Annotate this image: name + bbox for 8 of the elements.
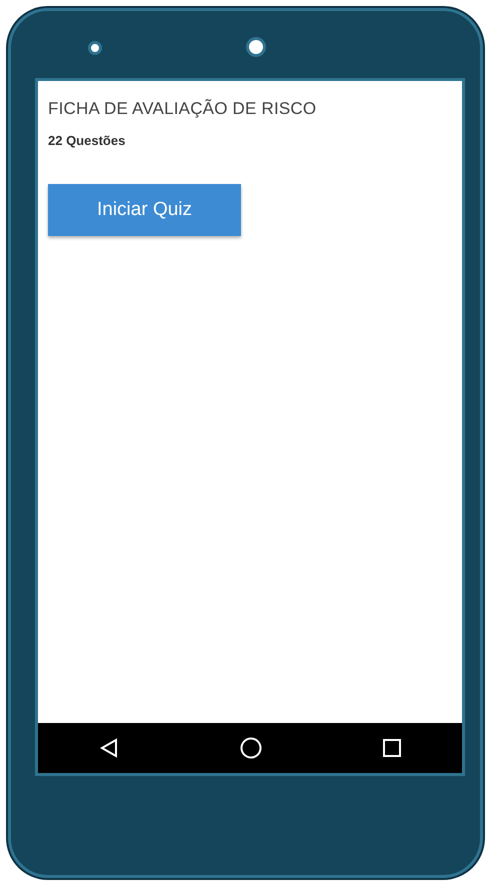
- question-count: 22 Questões: [48, 133, 126, 148]
- speaker-icon: [88, 41, 102, 55]
- recents-icon[interactable]: [382, 738, 402, 758]
- back-icon[interactable]: [98, 738, 120, 758]
- quiz-title: FICHA DE AVALIAÇÃO DE RISCO: [48, 99, 318, 119]
- start-quiz-button[interactable]: Iniciar Quiz: [48, 184, 241, 236]
- camera-icon: [246, 37, 266, 57]
- home-icon[interactable]: [238, 736, 263, 760]
